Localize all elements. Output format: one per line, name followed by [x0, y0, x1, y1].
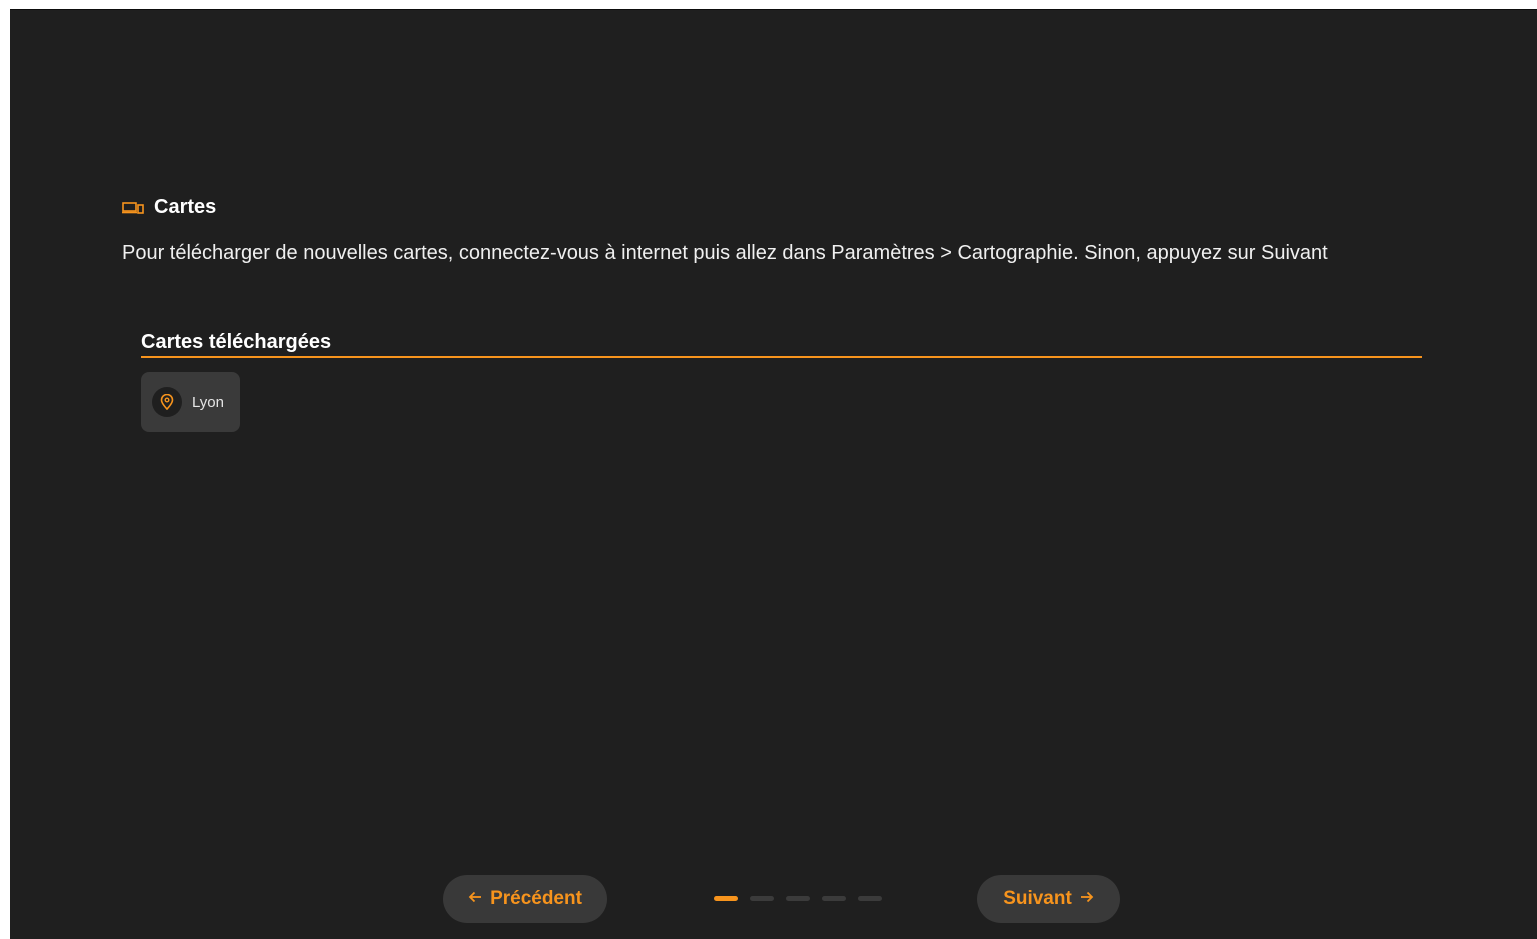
- step-indicator-5: [858, 896, 882, 901]
- next-button[interactable]: Suivant: [977, 875, 1120, 923]
- section-title: Cartes: [154, 196, 217, 218]
- section-header: Cartes: [122, 196, 216, 219]
- arrow-left-icon: [468, 888, 482, 910]
- previous-button-label: Précédent: [490, 888, 582, 909]
- progress-stepper: [714, 896, 882, 901]
- step-indicator-3: [786, 896, 810, 901]
- step-indicator-4: [822, 896, 846, 901]
- map-item-lyon[interactable]: Lyon: [141, 372, 240, 432]
- downloaded-maps-title: Cartes téléchargées: [141, 331, 332, 353]
- instructions-text: Pour télécharger de nouvelles cartes, co…: [122, 242, 1328, 264]
- map-item-label: Lyon: [192, 393, 224, 411]
- step-indicator-2: [750, 896, 774, 901]
- map-pin-icon: [152, 387, 182, 417]
- setup-screen: Cartes Pour télécharger de nouvelles car…: [10, 9, 1537, 939]
- devices-icon: [122, 200, 144, 216]
- downloaded-maps-header: Cartes téléchargées: [141, 331, 1422, 358]
- step-indicator-1: [714, 896, 738, 901]
- arrow-right-icon: [1080, 888, 1094, 910]
- previous-button[interactable]: Précédent: [443, 875, 607, 923]
- next-button-label: Suivant: [1003, 888, 1072, 909]
